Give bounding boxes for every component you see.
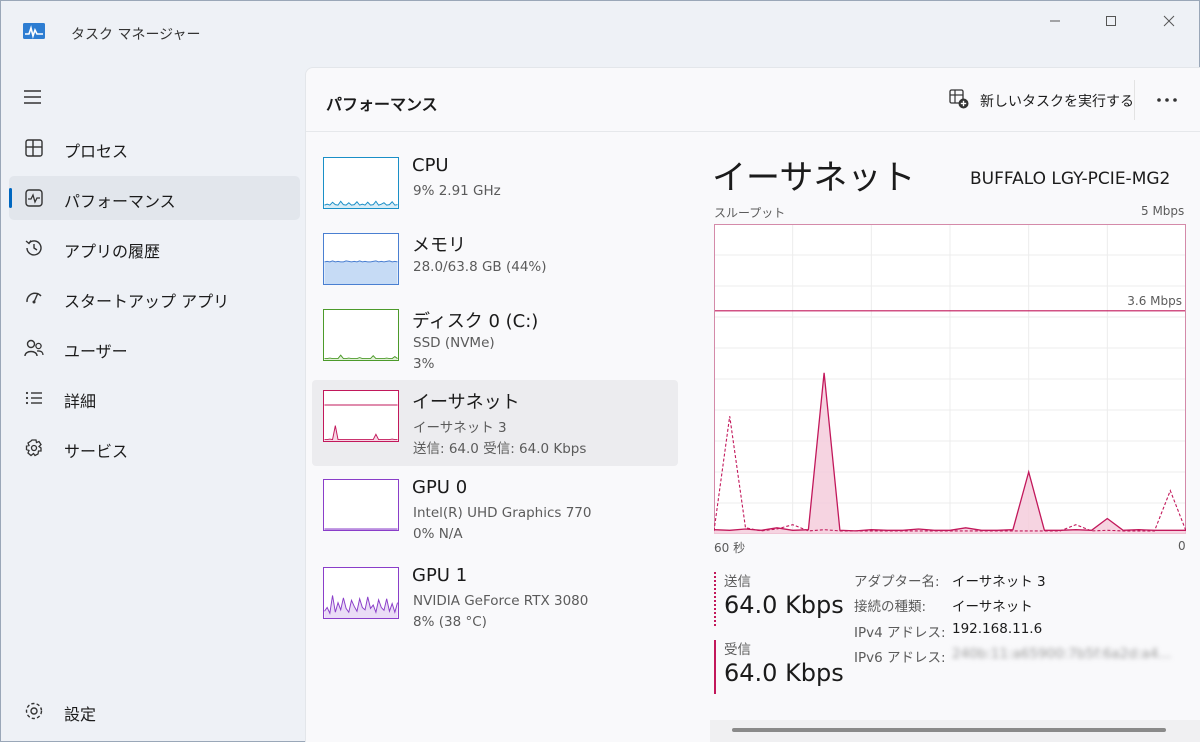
sidebar-item-users[interactable]: ユーザー xyxy=(9,326,300,370)
sidebar: プロセス パフォーマンス アプリの履歴 スタートアップ アプリ ユーザー 詳細 … xyxy=(1,63,305,742)
users-icon xyxy=(23,337,45,359)
page-title: パフォーマンス xyxy=(326,95,438,114)
minimize-icon xyxy=(1050,20,1060,22)
prop-key: IPv6 アドレス: xyxy=(854,650,946,666)
run-task-label: 新しいタスクを実行する xyxy=(980,94,1134,110)
sidebar-item-details[interactable]: 詳細 xyxy=(9,376,300,420)
close-button[interactable] xyxy=(1149,9,1189,33)
details-icon xyxy=(23,387,45,409)
task-manager-app-icon xyxy=(23,23,45,39)
ipv6-address-value: 240b:11:a65900:7b5f:6a2d:a4... xyxy=(952,646,1172,662)
maximize-icon xyxy=(1106,16,1116,26)
device-detail-line-2: 送信: 64.0 受信: 64.0 Kbps xyxy=(413,441,587,457)
device-name: イーサネット xyxy=(412,392,520,413)
send-stat: 送信 64.0 Kbps xyxy=(714,570,844,630)
receive-label: 受信 xyxy=(724,642,751,658)
sidebar-item-label: アプリの履歴 xyxy=(64,242,161,261)
hamburger-icon xyxy=(24,90,41,104)
device-thumbnail-graph xyxy=(323,233,399,285)
title-bar: タスク マネージャー xyxy=(1,1,1200,63)
sidebar-item-performance[interactable]: パフォーマンス xyxy=(9,176,300,220)
history-icon xyxy=(23,237,45,259)
run-task-icon xyxy=(948,88,970,114)
prop-key: IPv4 アドレス: xyxy=(854,625,946,641)
prop-key: アダプター名: xyxy=(854,574,940,590)
sidebar-item-label: パフォーマンス xyxy=(64,192,176,211)
device-detail-line-1: SSD (NVMe) xyxy=(413,335,495,351)
services-icon xyxy=(23,437,45,459)
device-name: メモリ xyxy=(412,235,466,256)
device-thumbnail-graph xyxy=(323,390,399,442)
sidebar-item-label: スタートアップ アプリ xyxy=(64,292,230,311)
processes-icon xyxy=(23,137,45,159)
device-detail-line-2: 8% (38 °C) xyxy=(413,614,487,630)
task-manager-window: タスク マネージャー プロセス パフォーマンス アプリの履歴 スタートアップ ア… xyxy=(0,0,1200,742)
sidebar-item-label: サービス xyxy=(64,442,129,461)
send-legend-marker xyxy=(714,572,716,626)
device-thumbnail-graph xyxy=(323,157,399,209)
more-icon xyxy=(1157,98,1177,102)
device-detail-line-1: NVIDIA GeForce RTX 3080 xyxy=(413,593,589,609)
sidebar-item-app-history[interactable]: アプリの履歴 xyxy=(9,226,300,270)
horizontal-scrollbar[interactable] xyxy=(732,728,1166,732)
close-icon xyxy=(1163,15,1175,27)
device-item-1[interactable]: メモリ 28.0/63.8 GB (44%) xyxy=(312,223,678,309)
prop-key: 接続の種類: xyxy=(854,599,927,615)
device-name: ディスク 0 (C:) xyxy=(412,311,539,332)
device-name: CPU xyxy=(412,155,449,176)
send-label: 送信 xyxy=(724,574,751,590)
reference-line-label: 3.6 Mbps xyxy=(1127,294,1182,308)
device-item-3[interactable]: イーサネットイーサネット 3 送信: 64.0 受信: 64.0 Kbps xyxy=(312,380,678,466)
device-detail-line-1: 28.0/63.8 GB (44%) xyxy=(413,259,547,275)
sidebar-item-label: 詳細 xyxy=(64,392,97,411)
sidebar-item-label: ユーザー xyxy=(64,342,128,361)
page-header: パフォーマンス 新しいタスクを実行する xyxy=(306,68,1200,132)
graph-label: スループット xyxy=(714,206,786,220)
run-new-task-button[interactable]: 新しいタスクを実行する xyxy=(948,88,1134,114)
main-panel: パフォーマンス 新しいタスクを実行する CPU 9% 2.91 GHz メモリ 28.… xyxy=(305,67,1200,742)
graph-max-label: 5 Mbps xyxy=(1141,204,1185,218)
prop-value: 192.168.11.6 xyxy=(952,621,1043,637)
sidebar-item-label: プロセス xyxy=(64,142,129,161)
send-value: 64.0 Kbps xyxy=(724,591,844,619)
device-detail-line-1: 9% 2.91 GHz xyxy=(413,183,501,199)
gear-icon xyxy=(23,700,45,722)
sidebar-item-services[interactable]: サービス xyxy=(9,426,300,470)
device-item-5[interactable]: GPU 1 NVIDIA GeForce RTX 3080 8% (38 °C) xyxy=(312,557,678,643)
device-thumbnail-graph xyxy=(323,479,399,531)
device-thumbnail-graph xyxy=(323,567,399,619)
sidebar-item-label: 設定 xyxy=(64,705,97,724)
device-detail-line-2: 3% xyxy=(413,356,435,372)
receive-stat: 受信 64.0 Kbps xyxy=(714,638,844,698)
more-options-button[interactable] xyxy=(1152,86,1182,114)
device-item-0[interactable]: CPU 9% 2.91 GHz xyxy=(312,147,678,233)
throughput-graph: 3.6 Mbps xyxy=(714,224,1186,534)
maximize-button[interactable] xyxy=(1091,9,1131,33)
detail-title: イーサネット xyxy=(712,158,916,198)
minimize-button[interactable] xyxy=(1035,9,1075,33)
receive-value: 64.0 Kbps xyxy=(724,659,844,687)
sidebar-item-settings[interactable]: 設定 xyxy=(9,689,300,733)
sidebar-item-processes[interactable]: プロセス xyxy=(9,126,300,170)
device-name: GPU 0 xyxy=(412,477,468,498)
header-divider xyxy=(1134,80,1135,120)
device-item-4[interactable]: GPU 0 Intel(R) UHD Graphics 770 0% N/A xyxy=(312,469,678,555)
performance-icon xyxy=(23,187,45,209)
device-detail-line-1: Intel(R) UHD Graphics 770 xyxy=(413,505,592,521)
graph-time-left: 60 秒 xyxy=(714,541,746,555)
receive-legend-marker xyxy=(714,640,716,694)
menu-toggle-button[interactable] xyxy=(21,85,45,109)
prop-value: イーサネット 3 xyxy=(952,574,1046,590)
adapter-name: BUFFALO LGY-PCIE-MG2 xyxy=(970,169,1171,189)
sidebar-item-startup-apps[interactable]: スタートアップ アプリ xyxy=(9,276,300,320)
prop-value: イーサネット xyxy=(952,599,1033,615)
graph-time-right: 0 xyxy=(1178,539,1186,553)
device-detail-line-1: イーサネット 3 xyxy=(413,420,507,436)
device-item-2[interactable]: ディスク 0 (C:) SSD (NVMe) 3% xyxy=(312,299,678,385)
window-title: タスク マネージャー xyxy=(71,27,201,43)
device-thumbnail-graph xyxy=(323,309,399,361)
device-name: GPU 1 xyxy=(412,565,468,586)
startup-icon xyxy=(23,287,45,309)
device-detail-line-2: 0% N/A xyxy=(413,526,463,542)
